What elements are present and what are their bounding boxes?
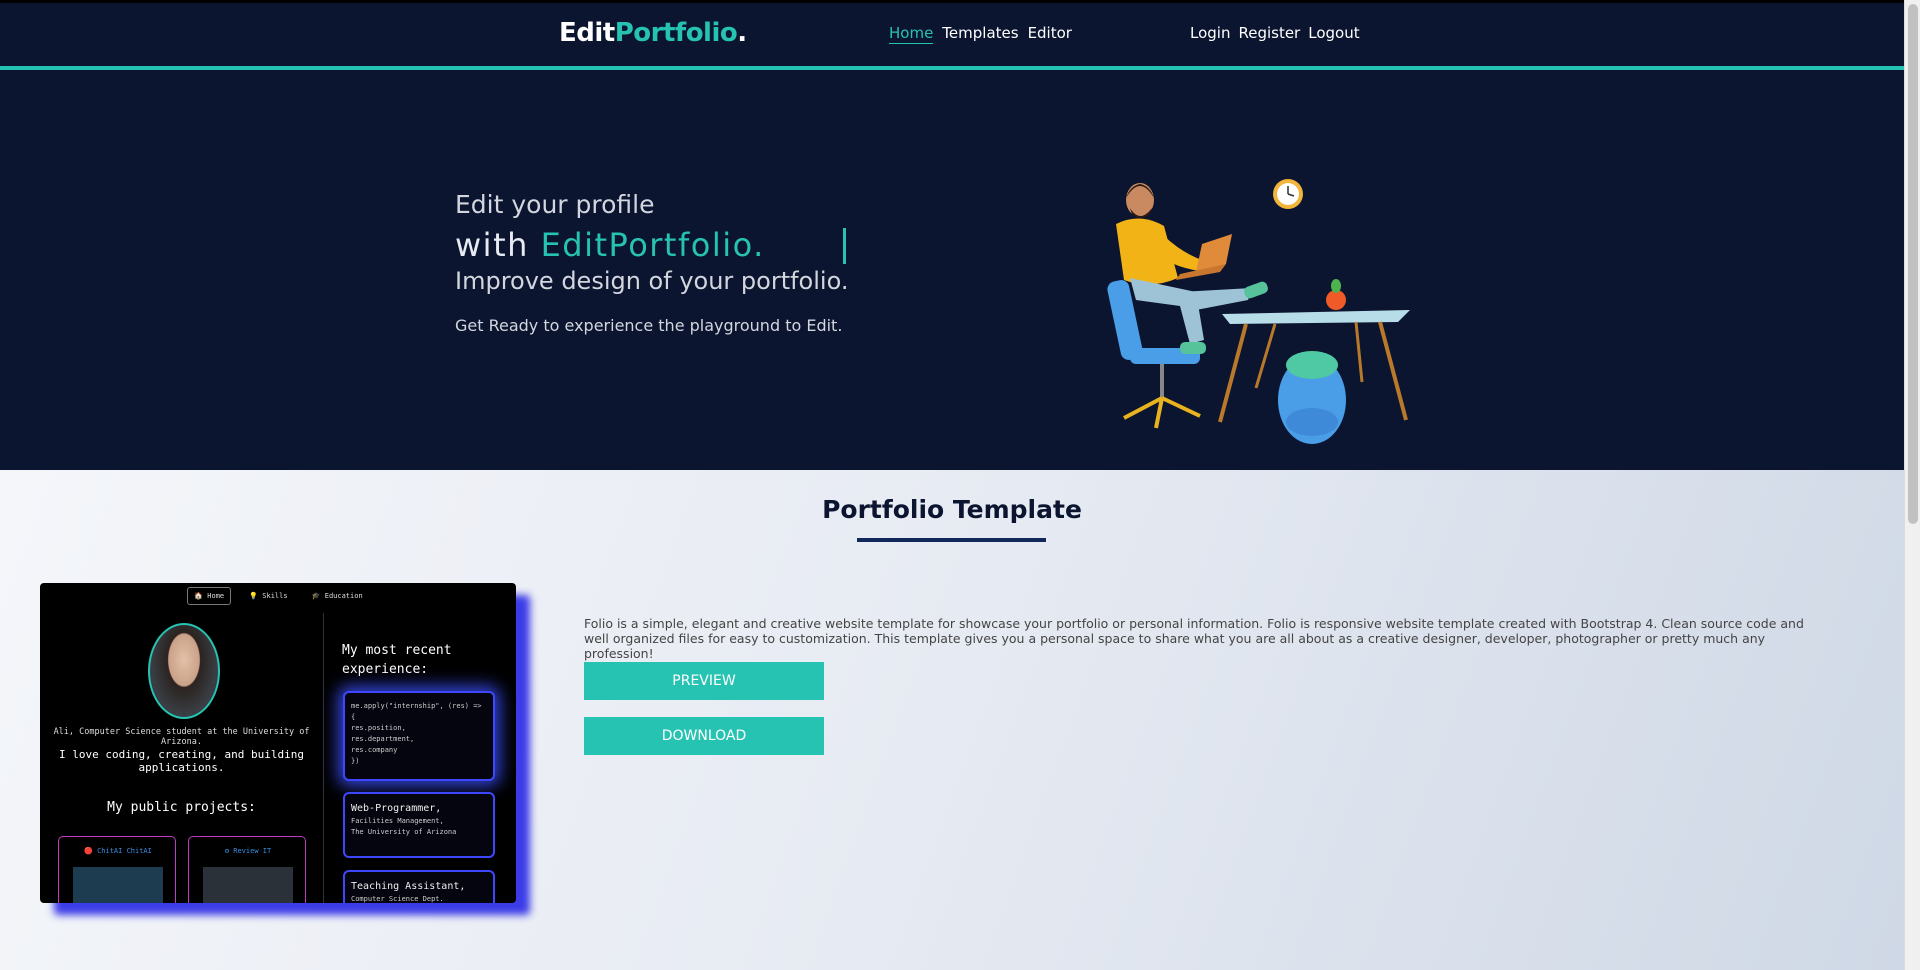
brand-part-portfolio: Portfolio (614, 18, 738, 48)
preview-tagline: I love coding, creating, and building ap… (58, 748, 305, 774)
laptop-icon (1196, 234, 1232, 272)
hero-section: Edit your profile with EditPortfolio. Im… (0, 70, 1904, 470)
code-line: res.company (351, 746, 398, 754)
nav-login[interactable]: Login (1190, 24, 1230, 42)
preview-code-box: me.apply("internship", (res) => { res.po… (343, 691, 495, 781)
nav-home[interactable]: Home (889, 24, 934, 44)
preview-project-thumbnail (73, 867, 163, 903)
nav-register[interactable]: Register (1238, 24, 1300, 42)
brand-part-dot: . (737, 18, 747, 48)
preview-project-thumbnail (203, 867, 293, 903)
hero-line-4: Get Ready to experience the playground t… (455, 316, 843, 335)
code-line: res.position, (351, 724, 406, 732)
preview-experience-box: Web-Programmer, Facilities Management, T… (343, 792, 495, 858)
preview-divider (323, 613, 324, 903)
download-button[interactable]: DOWNLOAD (584, 717, 824, 755)
brand-logo[interactable]: EditPortfolio. (559, 18, 747, 48)
nav-editor[interactable]: Editor (1028, 24, 1072, 44)
preview-project-title: 🔴 ChitAI ChitAI (84, 847, 152, 855)
preview-intro: Ali, Computer Science student at the Uni… (53, 727, 310, 747)
page-scrollbar[interactable] (1904, 0, 1920, 970)
hero-line-2-prefix: with (455, 226, 541, 264)
experience-detail: Facilities Management, (351, 817, 444, 825)
template-preview-image[interactable]: 🏠 Home 💡 Skills 🎓 Education Ali, Compute… (40, 583, 516, 903)
typing-cursor (843, 228, 846, 264)
preview-nav-education: 🎓 Education (311, 592, 363, 600)
brand-part-edit: Edit (559, 18, 615, 48)
preview-nav-skills: 💡 Skills (249, 592, 288, 600)
preview-nav: 🏠 Home 💡 Skills 🎓 Education (40, 587, 516, 605)
code-line: me.apply("internship", (res) => { (351, 702, 482, 721)
preview-project-card: 🔴 ChitAI ChitAI (58, 836, 176, 903)
experience-detail: The University of Arizona (351, 828, 457, 836)
hero-line-1: Edit your profile (455, 190, 655, 219)
preview-recent-heading: My most recent experience: (342, 643, 452, 677)
template-description: Folio is a simple, elegant and creative … (584, 616, 1804, 661)
experience-detail: Computer Science Dept. (351, 895, 444, 903)
preview-button[interactable]: PREVIEW (584, 662, 824, 700)
auth-nav: Login Register Logout (1190, 24, 1360, 42)
section-title: Portfolio Template (822, 495, 1082, 524)
navbar: EditPortfolio. Home Templates Editor Log… (0, 3, 1904, 67)
preview-experience-box: Teaching Assistant, Computer Science Dep… (343, 870, 495, 903)
code-line: }) (351, 757, 360, 765)
code-line: res.department, (351, 735, 415, 743)
hero-line-2: with EditPortfolio. (455, 226, 765, 264)
preview-projects-heading: My public projects: (107, 800, 256, 815)
nav-templates[interactable]: Templates (942, 24, 1018, 44)
developer-illustration (1107, 179, 1410, 444)
scrollbar-thumb[interactable] (1908, 4, 1918, 524)
preview-project-card: ⚙ Review IT (188, 836, 306, 903)
main-nav: Home Templates Editor (889, 24, 1072, 44)
hero-line-3: Improve design of your portfolio. (455, 267, 849, 295)
preview-project-title: ⚙ Review IT (224, 847, 272, 855)
avatar (148, 623, 220, 719)
preview-nav-home: 🏠 Home (187, 587, 232, 605)
title-underline (857, 538, 1046, 542)
hero-line-2-highlight: EditPortfolio. (540, 226, 765, 264)
portfolio-template-section: Portfolio Template 🏠 Home 💡 Skills 🎓 Edu… (0, 470, 1904, 970)
experience-title: Web-Programmer, (351, 803, 442, 814)
nav-logout[interactable]: Logout (1308, 24, 1359, 42)
experience-title: Teaching Assistant, (351, 881, 466, 892)
